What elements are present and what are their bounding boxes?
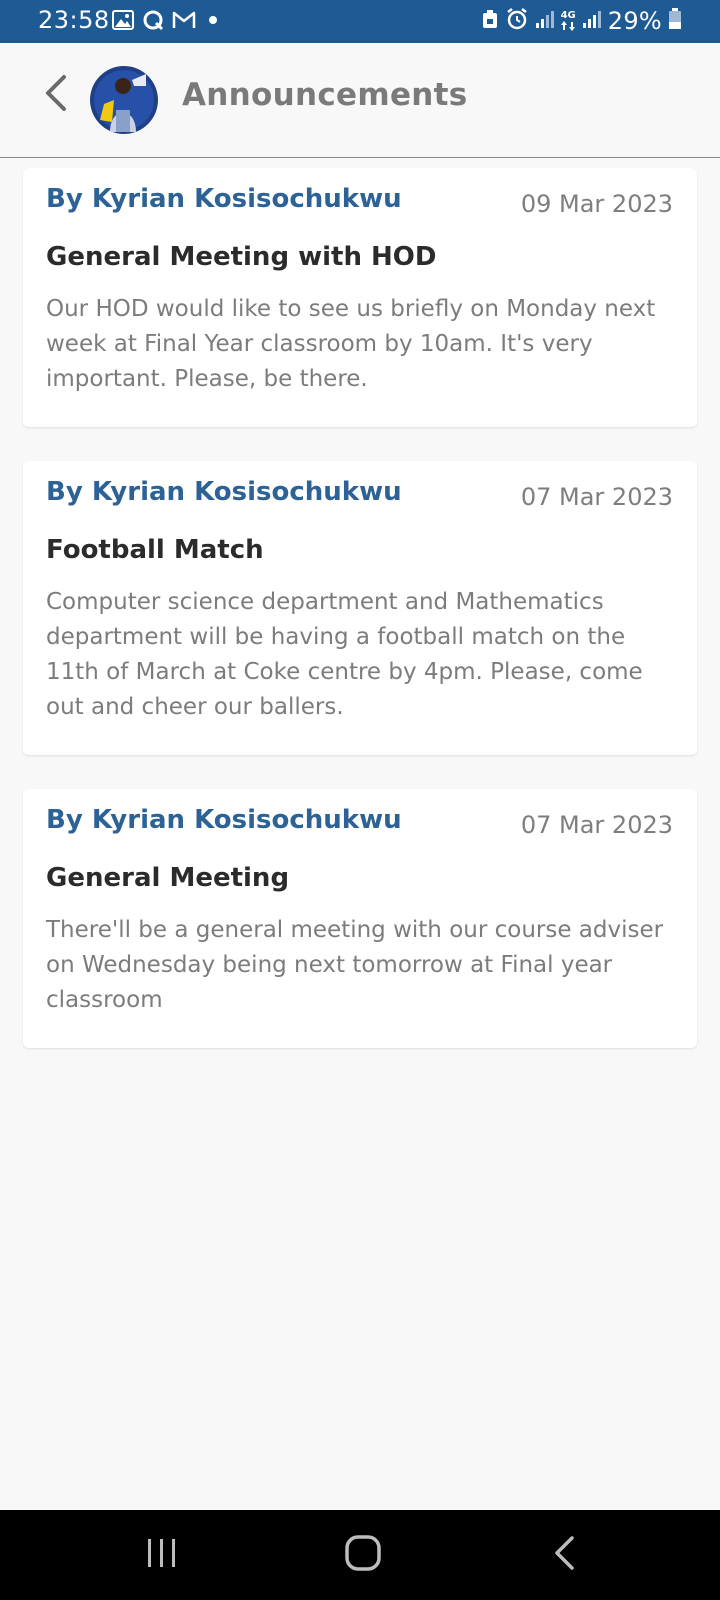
page-title: Announcements [182, 77, 468, 113]
network-4g-icon: 4G [561, 11, 576, 31]
gmail-icon [172, 10, 196, 34]
status-time: 23:58 [38, 6, 110, 34]
status-system-icons: 4G 29% [481, 6, 682, 36]
announcement-body: There'll be a general meeting with our c… [46, 917, 664, 1013]
announcement-card[interactable]: By Kyrian Kosisochukwu 07 Mar 2023 Gener… [23, 789, 697, 1048]
announcement-card[interactable]: By Kyrian Kosisochukwu 07 Mar 2023 Footb… [23, 461, 697, 755]
back-icon [552, 1535, 578, 1575]
q-app-icon [142, 9, 164, 35]
announcement-title: Football Match [46, 535, 264, 565]
recent-apps-button[interactable] [137, 1530, 187, 1580]
announcement-card[interactable]: By Kyrian Kosisochukwu 09 Mar 2023 Gener… [23, 168, 697, 427]
status-bar: 23:58 4G 29% [0, 0, 720, 43]
network-type-label: 4G [560, 10, 576, 21]
announcement-author: By Kyrian Kosisochukwu [46, 805, 402, 835]
announcement-title: General Meeting with HOD [46, 242, 437, 272]
lock-battery-icon [481, 8, 499, 34]
announcement-title: General Meeting [46, 863, 290, 893]
alarm-icon [505, 7, 529, 35]
navigation-bar [0, 1510, 720, 1600]
back-button[interactable] [36, 75, 76, 115]
announcement-author: By Kyrian Kosisochukwu [46, 184, 402, 214]
home-button[interactable] [338, 1530, 388, 1580]
signal-icon [582, 9, 602, 33]
recent-apps-icon [145, 1537, 179, 1573]
home-icon [344, 1534, 382, 1576]
chevron-left-icon [42, 73, 70, 117]
announcement-author: By Kyrian Kosisochukwu [46, 477, 402, 507]
announcement-body: Our HOD would like to see us briefly on … [46, 296, 656, 392]
card-header: By Kyrian Kosisochukwu 07 Mar 2023 [46, 803, 685, 841]
signal-icon [535, 9, 555, 33]
announcement-body: Computer science department and Mathemat… [46, 589, 643, 720]
card-header: By Kyrian Kosisochukwu 07 Mar 2023 [46, 475, 685, 513]
announcement-date: 09 Mar 2023 [520, 190, 673, 218]
announcement-list: By Kyrian Kosisochukwu 09 Mar 2023 Gener… [23, 168, 697, 1082]
system-back-button[interactable] [540, 1530, 590, 1580]
battery-icon [668, 8, 682, 34]
app-header: Announcements [0, 43, 720, 158]
gallery-icon [112, 10, 134, 34]
avatar[interactable] [90, 66, 158, 134]
status-notification-icons [112, 10, 222, 34]
battery-percentage: 29% [607, 7, 662, 35]
card-header: By Kyrian Kosisochukwu 09 Mar 2023 [46, 182, 685, 220]
notification-dot-icon [204, 10, 222, 34]
announcement-date: 07 Mar 2023 [520, 811, 673, 839]
announcement-date: 07 Mar 2023 [520, 483, 673, 511]
